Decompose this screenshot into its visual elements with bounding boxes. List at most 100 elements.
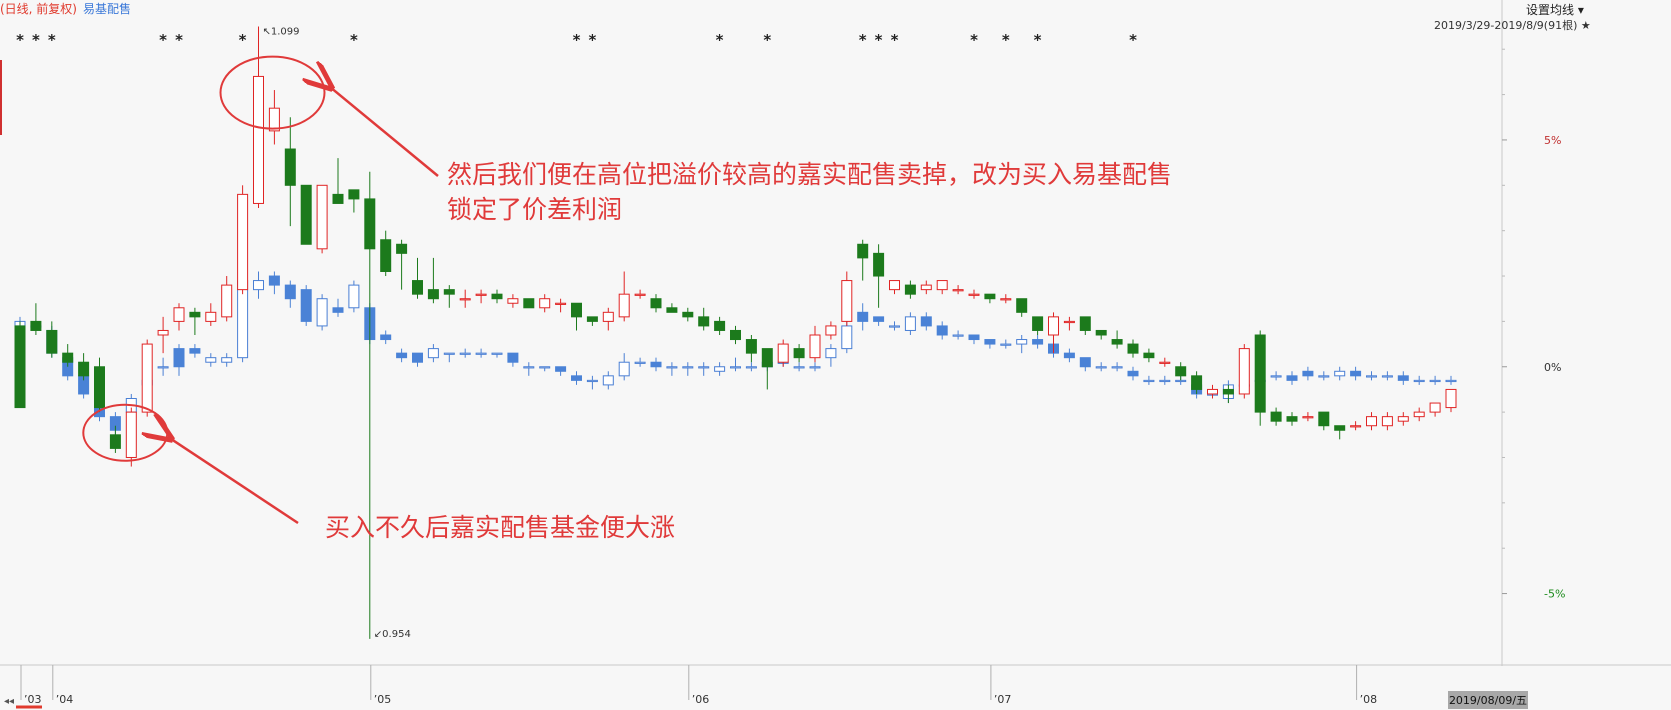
- main-candle: [698, 316, 710, 327]
- main-candle: [459, 298, 471, 301]
- event-marker[interactable]: *: [970, 31, 978, 49]
- compare-candle: [793, 366, 805, 369]
- compare-candle: [1000, 343, 1012, 346]
- event-marker[interactable]: *: [32, 31, 40, 49]
- main-candle: [1079, 316, 1091, 331]
- y-tick-label: 0%: [1544, 361, 1561, 374]
- event-marker[interactable]: *: [1002, 31, 1010, 49]
- compare-candle: [698, 366, 710, 369]
- main-candle: [873, 252, 885, 277]
- event-marker[interactable]: *: [763, 31, 771, 49]
- main-candle: [602, 311, 614, 322]
- compare-candle: [745, 366, 757, 369]
- legend-compare-series[interactable]: 易基配售: [83, 2, 131, 16]
- compare-candle: [1095, 366, 1107, 369]
- compare-candle: [332, 307, 344, 313]
- compare-candle: [1381, 375, 1393, 378]
- compare-candle: [1302, 370, 1314, 377]
- y-tick-label: 5%: [1544, 134, 1561, 147]
- main-candle: [1095, 329, 1107, 336]
- main-candle: [1127, 343, 1139, 354]
- compare-candle: [253, 280, 264, 291]
- main-candle: [1191, 375, 1203, 390]
- event-marker[interactable]: *: [239, 31, 247, 49]
- sell-annotation-text: 锁定了价差利润: [447, 195, 622, 224]
- compare-candle: [459, 352, 471, 355]
- x-tick-label: ’04: [56, 693, 74, 706]
- compare-candle: [316, 298, 328, 327]
- compare-candle: [873, 316, 885, 322]
- compare-candle: [1366, 375, 1377, 378]
- compare-candle: [1318, 375, 1330, 378]
- event-marker[interactable]: *: [48, 31, 56, 49]
- compare-candle: [1079, 357, 1091, 368]
- main-candle: [1286, 416, 1298, 422]
- event-marker[interactable]: *: [875, 31, 883, 49]
- compare-candle: [157, 366, 169, 369]
- main-candle: [666, 307, 678, 313]
- compare-candle: [1111, 366, 1123, 369]
- main-candle: [761, 348, 773, 368]
- compare-candle: [173, 348, 185, 368]
- event-marker[interactable]: *: [716, 31, 724, 49]
- main-candle: [62, 352, 74, 363]
- compare-candle: [555, 366, 567, 372]
- compare-candle: [968, 334, 980, 341]
- event-marker[interactable]: *: [350, 31, 358, 49]
- main-candle: [1366, 416, 1377, 427]
- compare-candle: [1032, 339, 1044, 345]
- main-candle: [109, 434, 121, 449]
- main-candle: [809, 334, 821, 359]
- event-marker[interactable]: *: [891, 31, 899, 49]
- event-marker[interactable]: *: [859, 31, 867, 49]
- compare-candle: [1286, 375, 1298, 381]
- current-date-label: 2019/08/09/五: [1449, 694, 1527, 707]
- event-marker[interactable]: *: [573, 31, 581, 49]
- main-candle: [157, 329, 169, 336]
- main-candle: [777, 343, 789, 363]
- event-marker[interactable]: *: [16, 31, 24, 49]
- main-candle: [173, 307, 185, 322]
- main-candle: [889, 280, 900, 291]
- compare-candle: [1334, 370, 1346, 377]
- event-marker[interactable]: *: [588, 31, 596, 49]
- event-marker[interactable]: *: [159, 31, 167, 49]
- event-marker[interactable]: *: [1129, 31, 1137, 49]
- compare-candle: [1445, 379, 1457, 383]
- main-candle: [253, 75, 264, 204]
- main-candle: [443, 289, 455, 295]
- compare-candle: [189, 348, 201, 354]
- main-candle: [1318, 411, 1330, 427]
- main-candle: [618, 293, 630, 318]
- event-marker[interactable]: *: [175, 31, 183, 49]
- compare-candle: [730, 366, 741, 369]
- main-candle: [396, 243, 408, 254]
- compare-candle: [714, 366, 726, 372]
- main-candle: [412, 280, 423, 295]
- compare-candle: [1413, 379, 1425, 383]
- compare-candle: [602, 375, 614, 386]
- date-range: 2019/3/29-2019/8/9(91根) ★: [1434, 17, 1591, 33]
- settings-ma-button[interactable]: 设置均线 ▾: [1526, 1, 1584, 18]
- sell-annotation-text: 然后我们便在高位把溢价较高的嘉实配售卖掉，改为买入易基配售: [447, 160, 1172, 189]
- compare-candle: [825, 348, 837, 359]
- compare-candle: [539, 366, 551, 369]
- main-candle: [205, 311, 217, 322]
- main-candle: [634, 293, 646, 296]
- main-candle: [1270, 411, 1282, 422]
- main-candle: [78, 361, 90, 377]
- event-marker[interactable]: *: [1034, 31, 1042, 49]
- compare-candle: [841, 325, 853, 350]
- main-candle: [1000, 298, 1012, 301]
- pin-icon[interactable]: ★: [1581, 19, 1591, 32]
- scroll-left-icon[interactable]: ◂◂: [4, 696, 14, 707]
- main-candle: [475, 293, 487, 296]
- main-candle: [30, 320, 42, 331]
- main-candle: [650, 298, 662, 309]
- compare-candle: [936, 325, 948, 336]
- main-candle: [332, 193, 344, 204]
- main-candle: [1413, 411, 1425, 418]
- main-candle: [825, 325, 837, 336]
- compare-candle: [268, 275, 280, 286]
- main-candle: [682, 311, 694, 318]
